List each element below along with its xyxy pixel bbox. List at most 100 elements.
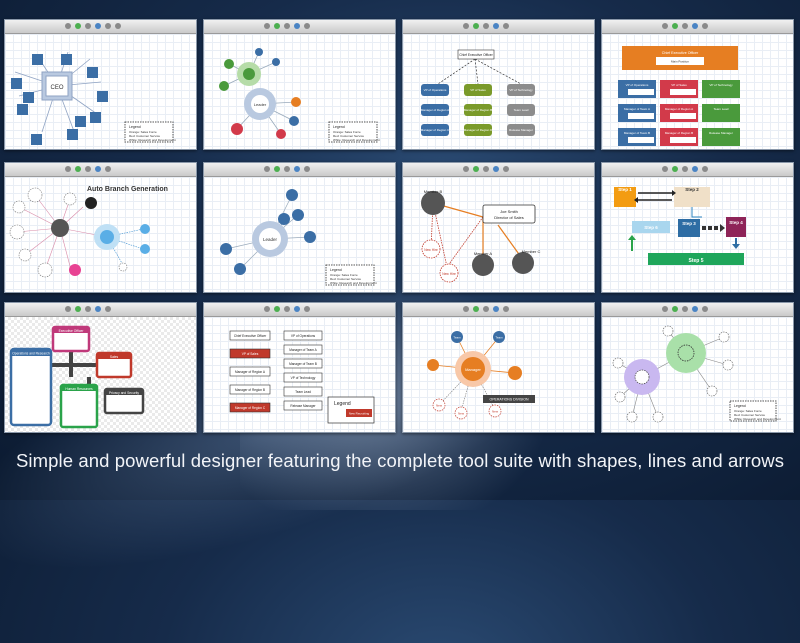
box-sales: Sales bbox=[110, 355, 119, 359]
diagram-thumbnail-ceo-network[interactable]: CEO Legend Orange: Sales Force Red: Cust… bbox=[4, 19, 197, 150]
node-team-2: Team bbox=[495, 336, 503, 340]
legend-title: Legend bbox=[330, 268, 342, 272]
diagram-canvas[interactable]: CEO Legend Orange: Sales Force Red: Cust… bbox=[5, 34, 196, 149]
node-member-c: Member C bbox=[522, 249, 541, 254]
toolbar bbox=[403, 163, 594, 177]
node-r3c1: Manager of Team B bbox=[624, 131, 650, 135]
node-r2c1: Manager of Team A bbox=[624, 107, 650, 111]
node-r3c3: Release Manager bbox=[509, 128, 533, 132]
diagram-canvas[interactable]: Member B Joe Smith Director of Sales Mem… bbox=[403, 177, 594, 292]
diagram-canvas[interactable]: Chief Executive Officer VP of Sales Mana… bbox=[204, 317, 395, 432]
diagram-canvas[interactable]: Auto Branch Generation bbox=[5, 177, 196, 292]
diagram-thumbnail-manager[interactable]: Manager Team Team New New New OPERATIONS… bbox=[402, 302, 595, 433]
node-r1c3: VP of Technology bbox=[509, 88, 533, 92]
col1-item-3: Manager of Region A bbox=[235, 370, 266, 374]
node-team-1: Team bbox=[453, 336, 461, 340]
node-top-sub: Main Position bbox=[671, 60, 689, 64]
diagram-canvas[interactable]: Leader Legend Orange: Sales Force Red: C… bbox=[204, 34, 395, 149]
diagram-thumbnail-director[interactable]: Member B Joe Smith Director of Sales Mem… bbox=[402, 162, 595, 293]
box-ops: Operations and Research bbox=[12, 352, 50, 356]
node-r1c1: VP of Operations bbox=[424, 88, 447, 92]
toolbar bbox=[204, 20, 395, 34]
step-6: Step 6 bbox=[644, 225, 658, 230]
node-top-name: Joe Smith bbox=[500, 209, 518, 214]
toolbar bbox=[5, 303, 196, 317]
node-new-hire-1: New Hire bbox=[424, 248, 438, 252]
col2-item-2: Manager of Team A bbox=[289, 348, 317, 352]
diagram-thumbnail-position-list[interactable]: Chief Executive Officer VP of Sales Mana… bbox=[203, 302, 396, 433]
node-r3c3: Release Manager bbox=[709, 131, 733, 135]
box-privacy: Privacy and Security bbox=[109, 391, 139, 395]
toolbar bbox=[204, 163, 395, 177]
toolbar bbox=[602, 303, 793, 317]
node-new-2: New bbox=[458, 412, 465, 416]
col1-item-5: Manager of Region C bbox=[235, 406, 266, 410]
diagram-thumbnail-steps[interactable]: Step 1 Step 2 Step 3 Step 6 Step 4 Step … bbox=[601, 162, 794, 293]
node-r2c2: Manager of Region B bbox=[464, 108, 492, 112]
node-leader-label: Leader bbox=[254, 102, 267, 107]
box-exec: Executive Officer bbox=[59, 329, 85, 333]
legend-line-3: White: Research and Development bbox=[330, 281, 377, 285]
step-5: Step 5 bbox=[688, 258, 703, 264]
step-2: Step 2 bbox=[685, 187, 699, 192]
node-r3c2: Manager of Region B bbox=[665, 131, 693, 135]
diagram-title: Auto Branch Generation bbox=[87, 186, 168, 193]
diagram-canvas[interactable]: Executive Officer Operations and Researc… bbox=[5, 317, 196, 432]
node-r2c2: Manager of Region A bbox=[665, 107, 693, 111]
step-4: Step 4 bbox=[729, 220, 743, 225]
diagram-canvas[interactable]: Chief Executive Officer VP of Operations… bbox=[403, 34, 594, 149]
legend-title: Legend bbox=[333, 125, 345, 129]
node-r3c2: Manager of Region D bbox=[464, 128, 493, 132]
diagram-thumbnail-auto-branch[interactable]: Auto Branch Generation bbox=[4, 162, 197, 293]
diagram-thumbnail-org-boxes[interactable]: Chief Executive Officer Main Position VP… bbox=[601, 19, 794, 150]
toolbar bbox=[602, 20, 793, 34]
diagram-canvas[interactable]: Chief Executive Officer Main Position VP… bbox=[602, 34, 793, 149]
toolbar bbox=[602, 163, 793, 177]
node-leader-label: Leader bbox=[263, 237, 278, 242]
col1-item-2: VP of Sales bbox=[242, 352, 259, 356]
diagram-canvas[interactable]: Manager Team Team New New New OPERATIONS… bbox=[403, 317, 594, 432]
diagram-canvas[interactable]: Step 1 Step 2 Step 3 Step 6 Step 4 Step … bbox=[602, 177, 793, 292]
node-r2c1: Manager of Region A bbox=[421, 108, 449, 112]
node-r1c2: VP of Sales bbox=[470, 88, 486, 92]
diagram-thumbnail-clusters[interactable]: Legend Orange: Sales Force Red: Customer… bbox=[601, 302, 794, 433]
node-r3c1: Manager of Region C bbox=[421, 128, 450, 132]
node-r2c3: Team Lead bbox=[714, 107, 729, 111]
node-r1c2: VP of Sales bbox=[671, 83, 687, 87]
marketing-caption: Simple and powerful designer featuring t… bbox=[15, 450, 785, 471]
diagram-thumbnail-org-tree[interactable]: Chief Executive Officer VP of Operations… bbox=[402, 19, 595, 150]
col1-item-1: Chief Executive Officer bbox=[234, 334, 267, 338]
node-r1c3: VP of Technology bbox=[709, 83, 733, 87]
legend-title: Legend bbox=[129, 125, 141, 129]
col2-item-3: Manager of Team B bbox=[289, 362, 317, 366]
node-top: Chief Executive Officer bbox=[459, 53, 493, 57]
toolbar bbox=[204, 303, 395, 317]
step-3: Step 3 bbox=[682, 221, 696, 226]
node-center: Manager bbox=[465, 367, 481, 372]
legend-title: Legend bbox=[334, 401, 351, 407]
diagram-thumbnail-leader-colored[interactable]: Leader Legend Orange: Sales Force Red: C… bbox=[203, 19, 396, 150]
diagram-thumbnail-leader-blue[interactable]: Leader Legend Orange: Sales Force Red: C… bbox=[203, 162, 396, 293]
node-r1c1: VP of Operations bbox=[626, 83, 649, 87]
node-top-role: Director of Sales bbox=[494, 215, 524, 220]
diagram-canvas[interactable]: Leader Legend Orange: Sales Force Red: C… bbox=[204, 177, 395, 292]
col2-item-6: Release Manager bbox=[290, 404, 316, 408]
legend-title: Legend bbox=[734, 404, 746, 408]
diagram-canvas[interactable]: Legend Orange: Sales Force Red: Customer… bbox=[602, 317, 793, 432]
node-new-3: New bbox=[492, 410, 499, 414]
toolbar bbox=[403, 303, 594, 317]
legend-line-3: White: Research and Development bbox=[129, 138, 176, 142]
legend-item: New Recruiting bbox=[349, 412, 370, 416]
diagram-thumbnail-departments[interactable]: Executive Officer Operations and Researc… bbox=[4, 302, 197, 433]
col2-item-1: VP of Operations bbox=[291, 334, 316, 338]
division-label: OPERATIONS DIVISION bbox=[489, 398, 528, 402]
col1-item-4: Manager of Region B bbox=[235, 388, 265, 392]
node-top: Chief Executive Officer bbox=[662, 51, 699, 55]
node-member-a: Member A bbox=[474, 251, 493, 256]
node-member-b: Member B bbox=[424, 189, 443, 194]
node-new-hire-2: New Hire bbox=[442, 272, 456, 276]
step-1: Step 1 bbox=[618, 187, 632, 192]
col2-item-5: Team Lead bbox=[295, 390, 311, 394]
node-r2c3: Team Lead bbox=[514, 108, 529, 112]
node-ceo-label: CEO bbox=[50, 85, 63, 91]
